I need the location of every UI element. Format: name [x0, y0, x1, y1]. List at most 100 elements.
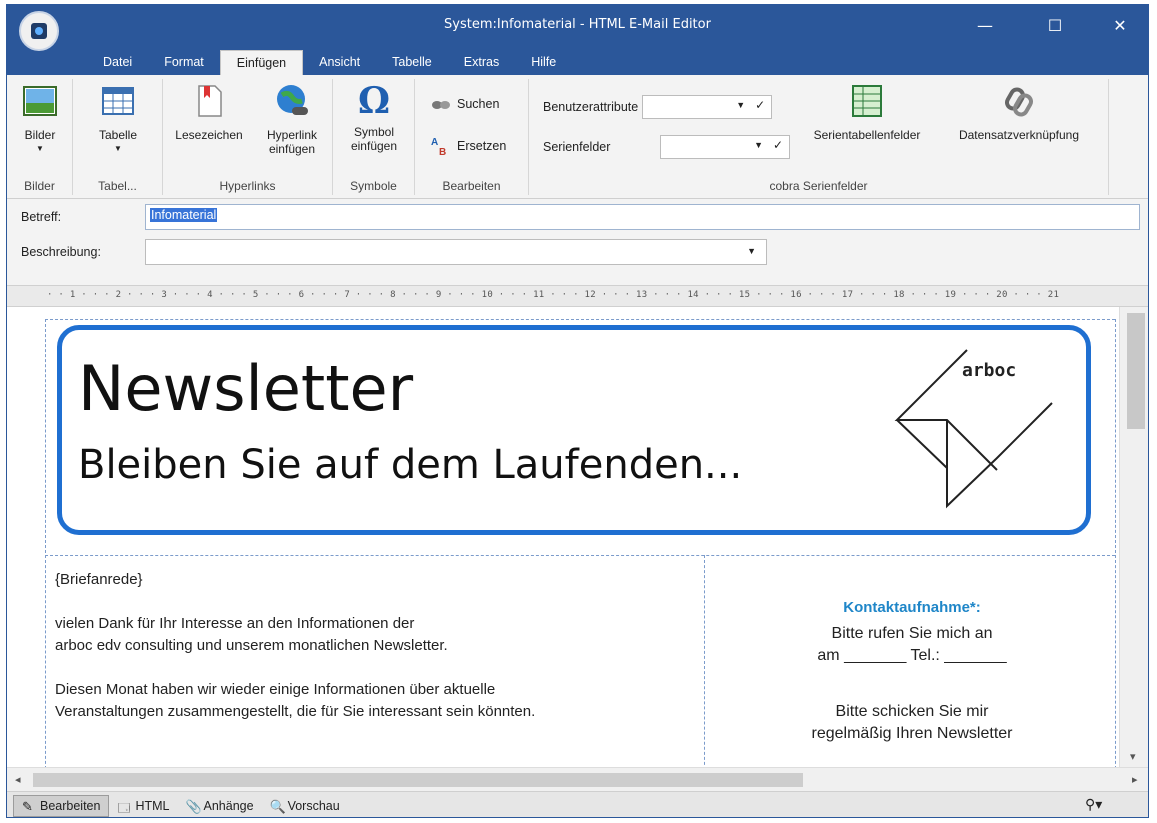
view-tab-anhaenge-label: Anhänge: [203, 798, 254, 813]
grid-table-icon: [852, 85, 882, 117]
ribbon: Bilder ▼ Bilder Tabelle ▼ Tabel... Lesez…: [7, 75, 1148, 199]
scroll-left-icon[interactable]: ◂: [15, 773, 21, 786]
horizontal-scrollbar[interactable]: ◂ ▸: [7, 767, 1148, 791]
view-tab-vorschau-label: Vorschau: [287, 798, 340, 813]
tab-hilfe[interactable]: Hilfe: [515, 50, 572, 75]
close-button[interactable]: ✕: [1097, 11, 1143, 41]
view-tab-bearbeiten-label: Bearbeiten: [40, 798, 101, 813]
logo-text: arboc: [962, 360, 1017, 381]
pencil-icon: ✎: [22, 798, 33, 814]
minimize-button[interactable]: —: [962, 11, 1008, 41]
symbol-button[interactable]: Ω Symbol einfügen: [343, 83, 405, 153]
view-tab-bearbeiten[interactable]: ✎ Bearbeiten: [13, 794, 110, 817]
editor-window: System:Infomaterial - HTML E-Mail Editor…: [6, 4, 1149, 818]
serientabellenfelder-label: Serientabellenfelder: [813, 128, 921, 142]
kontakt-heading: Kontaktaufnahme*:: [843, 599, 981, 616]
group-label-bilder: Bilder: [24, 179, 55, 193]
vertical-scroll-thumb[interactable]: [1127, 313, 1145, 429]
tab-tabelle[interactable]: Tabelle: [376, 50, 448, 75]
benutzerattribute-label: Benutzerattribute: [543, 100, 639, 114]
chevron-down-icon[interactable]: ▼: [747, 246, 756, 256]
check-icon[interactable]: ✓: [755, 98, 765, 112]
bilder-button[interactable]: Bilder ▼: [15, 83, 65, 153]
hyperlink-label-1: Hyperlink: [266, 128, 317, 142]
view-tab-html-label: HTML: [135, 798, 170, 813]
tab-ansicht[interactable]: Ansicht: [303, 50, 376, 75]
check-icon[interactable]: ✓: [773, 138, 783, 152]
ruler[interactable]: · · 1 · · · 2 · · · 3 · · · 4 · · · 5 · …: [7, 285, 1148, 307]
chevron-down-icon: ▼: [114, 144, 122, 153]
hyperlink-label-2: einfügen: [268, 142, 316, 156]
document-area[interactable]: Newsletter Bleiben Sie auf dem Laufenden…: [7, 307, 1119, 767]
suchen-button[interactable]: Suchen: [431, 97, 499, 111]
para1-line1: vielen Dank für Ihr Interesse an den Inf…: [55, 615, 415, 632]
datensatzverknuepfung-label: Datensatzverknüpfung: [958, 128, 1080, 142]
scroll-right-icon[interactable]: ▸: [1132, 773, 1138, 786]
scroll-down-icon[interactable]: ▾: [1130, 750, 1136, 763]
beschreibung-combo[interactable]: ▼: [145, 239, 767, 265]
svg-text:B: B: [439, 147, 446, 157]
group-label-symbole: Symbole: [350, 179, 397, 193]
preview-icon: 🔍: [269, 798, 286, 814]
group-label-hyperlinks: Hyperlinks: [219, 179, 276, 193]
view-tab-bar: ✎ Bearbeiten 🗔 HTML 📎 Anhänge 🔍 Vorschau…: [7, 791, 1148, 817]
serientabellenfelder-button[interactable]: Serientabellenfelder: [801, 83, 933, 142]
group-label-tabelle: Tabel...: [98, 179, 137, 193]
para2-line2: Veranstaltungen zusammengestellt, die fü…: [55, 703, 536, 720]
tab-format[interactable]: Format: [148, 50, 220, 75]
benutzerattribute-combo[interactable]: ▼ ✓: [642, 95, 773, 119]
menu-tabs: Datei Format Einfügen Ansicht Tabelle Ex…: [87, 50, 572, 75]
group-bilder: Bilder ▼ Bilder: [7, 79, 73, 195]
paperclip-icon: 📎: [185, 798, 202, 814]
table-row-divider: [45, 555, 1115, 556]
hyperlink-button[interactable]: Hyperlink einfügen: [257, 83, 327, 156]
replace-icon: AB: [431, 137, 446, 157]
letter-body[interactable]: {Briefanrede} vielen Dank für Ihr Intere…: [55, 569, 695, 723]
para1-line2: arboc edv consulting und unserem monatli…: [55, 637, 448, 654]
omega-icon: Ω: [357, 80, 391, 122]
betreff-label: Betreff:: [21, 210, 62, 224]
chevron-down-icon[interactable]: ▼: [754, 140, 763, 150]
newsletter-banner: Newsletter Bleiben Sie auf dem Laufenden…: [57, 325, 1091, 535]
table-border-left: [45, 319, 46, 767]
betreff-input[interactable]: Infomaterial: [145, 204, 1140, 230]
user-search-icon[interactable]: ⚲▾: [1085, 796, 1102, 813]
kontakt-line1: Bitte rufen Sie mich an: [831, 625, 993, 642]
group-bearbeiten: Suchen AB Ersetzen Bearbeiten: [415, 79, 529, 195]
chevron-down-icon[interactable]: ▼: [736, 100, 745, 110]
group-hyperlinks: Lesezeichen Hyperlink einfügen Hyperlink…: [163, 79, 333, 195]
ersetzen-button[interactable]: AB Ersetzen: [431, 135, 506, 157]
chevron-down-icon: ▼: [36, 144, 44, 153]
symbol-label-2: einfügen: [350, 139, 398, 153]
vertical-scrollbar[interactable]: ▾: [1119, 307, 1148, 767]
salutation: {Briefanrede}: [55, 571, 143, 588]
group-label-cobra: cobra Serienfelder: [769, 179, 868, 193]
tab-extras[interactable]: Extras: [448, 50, 515, 75]
tabelle-label: Tabelle: [98, 128, 138, 142]
view-tab-vorschau[interactable]: 🔍 Vorschau: [262, 796, 348, 816]
horizontal-scroll-thumb[interactable]: [33, 773, 803, 787]
view-tab-html[interactable]: 🗔 HTML: [109, 796, 177, 816]
svg-text:A: A: [431, 137, 438, 148]
view-tab-anhaenge[interactable]: 📎 Anhänge: [178, 796, 262, 816]
bilder-label: Bilder: [24, 128, 56, 142]
serienfelder-combo[interactable]: ▼ ✓: [660, 135, 790, 159]
group-label-bearbeiten: Bearbeiten: [442, 179, 501, 193]
globe-link-icon: [277, 85, 308, 115]
image-icon: [23, 86, 57, 116]
maximize-button[interactable]: ☐: [1032, 11, 1078, 41]
contact-box[interactable]: Kontaktaufnahme*: Bitte rufen Sie mich a…: [707, 597, 1117, 745]
serienfelder-row: Serienfelder ▼ ✓: [543, 135, 790, 159]
tab-datei[interactable]: Datei: [87, 50, 148, 75]
chain-link-icon: [1005, 87, 1033, 117]
lesezeichen-button[interactable]: Lesezeichen: [169, 83, 249, 142]
benutzerattribute-row: Benutzerattribute ▼ ✓: [543, 95, 773, 119]
datensatzverknuepfung-button[interactable]: Datensatzverknüpfung: [943, 83, 1095, 142]
tabelle-button[interactable]: Tabelle ▼: [93, 83, 143, 153]
tab-einfuegen[interactable]: Einfügen: [219, 50, 304, 75]
search-binoculars-icon: [432, 101, 450, 109]
para2-line1: Diesen Monat haben wir wieder einige Inf…: [55, 681, 496, 698]
group-tabelle: Tabelle ▼ Tabel...: [73, 79, 163, 195]
bookmark-icon: [198, 85, 222, 117]
group-symbole: Ω Symbol einfügen Symbole: [333, 79, 415, 195]
